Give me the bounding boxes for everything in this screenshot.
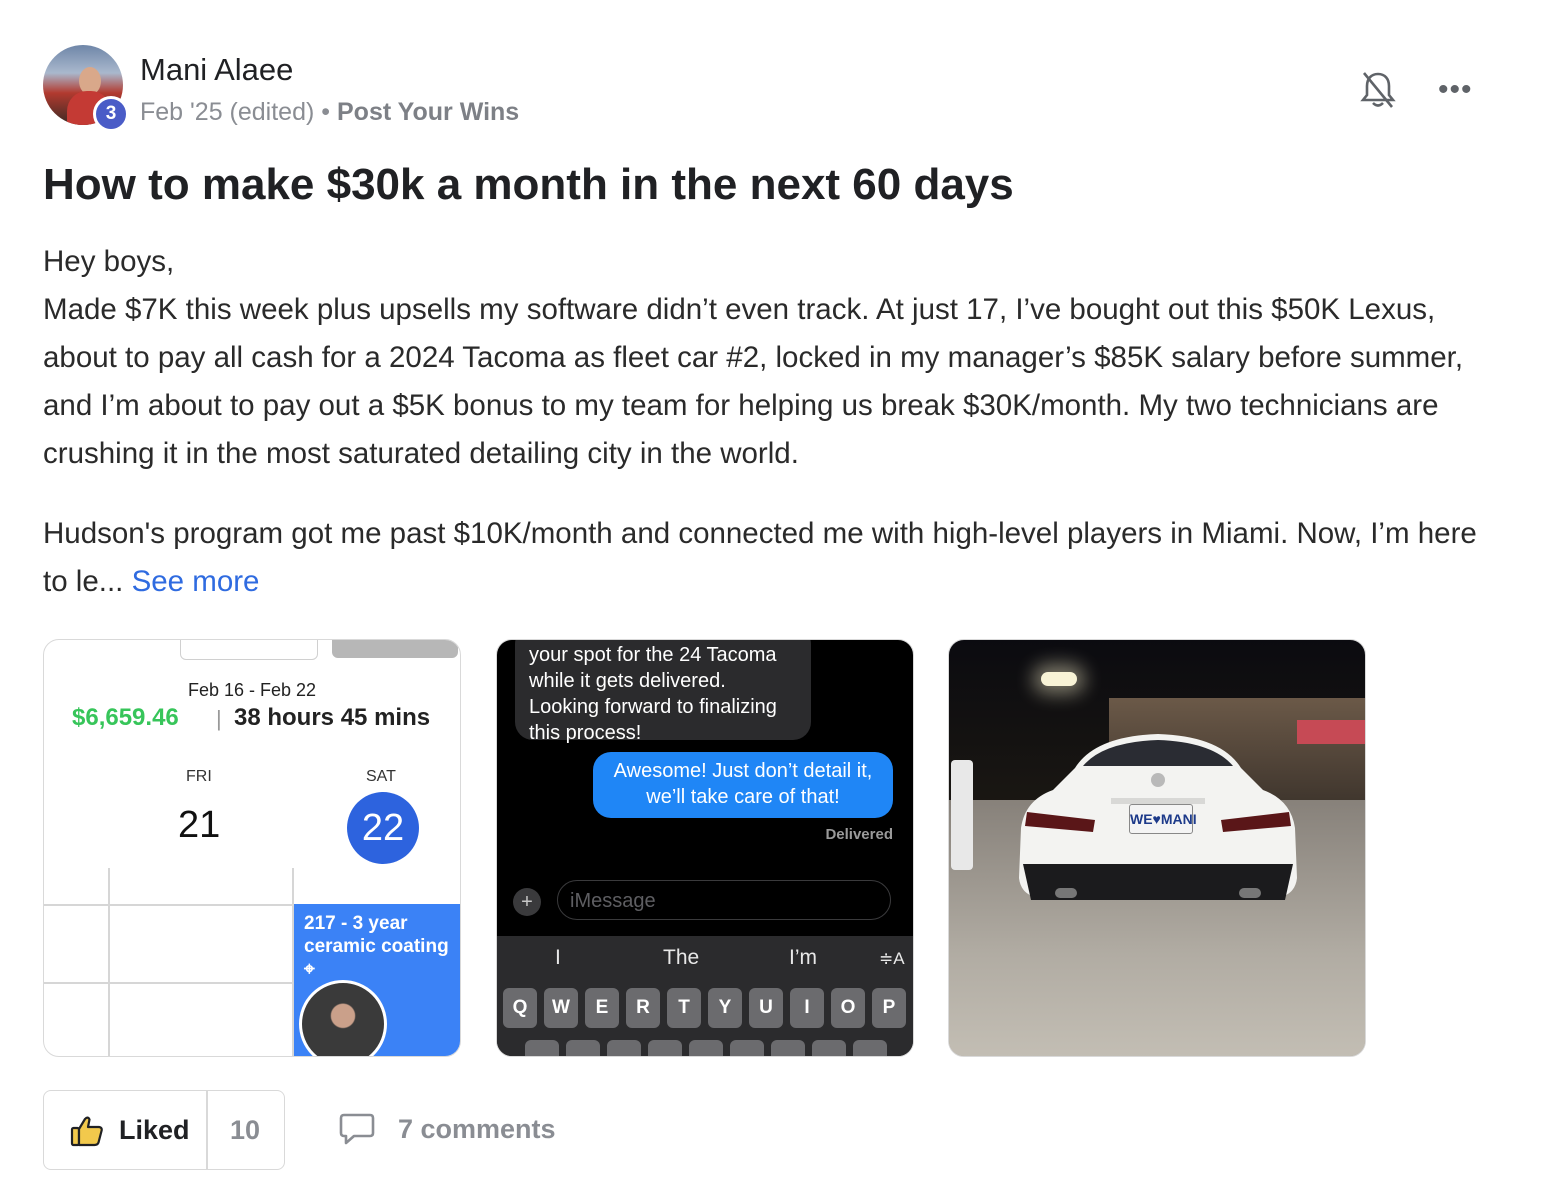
meta-separator: • xyxy=(321,98,331,126)
keyboard-key: P xyxy=(872,988,906,1028)
keyboard-key: Y xyxy=(708,988,742,1028)
level-badge: 3 xyxy=(93,96,129,132)
keyboard-key: Q xyxy=(503,988,537,1028)
keyboard-key xyxy=(812,1040,846,1056)
bell-off-icon[interactable] xyxy=(1360,70,1396,110)
keyboard-key: E xyxy=(585,988,619,1028)
keyboard-key: U xyxy=(749,988,783,1028)
street-light xyxy=(1041,672,1077,686)
post-meta: Feb '25 (edited) • Post Your Wins xyxy=(140,98,519,127)
attachment-calendar-thumbnail[interactable]: Feb 16 - Feb 22 $6,659.46 | 38 hours 45 … xyxy=(43,639,461,1057)
author-name[interactable]: Mani Alaee xyxy=(140,52,293,88)
quotes-pill xyxy=(332,640,458,658)
keyboard: I The I’m ≑A Q W E R T Y U I O P xyxy=(497,936,913,1056)
see-more-link[interactable]: See more xyxy=(132,565,260,598)
keyboard-key xyxy=(730,1040,764,1056)
keyboard-key: I xyxy=(790,988,824,1028)
keyboard-key: T xyxy=(667,988,701,1028)
delivered-status: Delivered xyxy=(825,826,893,843)
keyboard-key xyxy=(607,1040,641,1056)
location-pin-icon: ⌖ xyxy=(304,959,315,980)
keyboard-suggestion: ≑A xyxy=(879,949,905,968)
filter-pill xyxy=(180,640,318,660)
calendar-separator: | xyxy=(216,706,222,731)
attachment-car-photo-thumbnail[interactable]: WE♥MANI xyxy=(948,639,1366,1057)
post-date: Feb '25 (edited) xyxy=(140,98,315,126)
imessage-input: iMessage xyxy=(557,880,891,920)
liked-label: Liked xyxy=(119,1115,190,1145)
body-paragraph-2: Hudson's program got me past $10K/month … xyxy=(43,510,1493,606)
calendar-date-range: Feb 16 - Feb 22 xyxy=(187,680,317,700)
keyboard-key: O xyxy=(831,988,865,1028)
attachment-imessage-thumbnail[interactable]: your spot for the 24 Tacoma while it get… xyxy=(496,639,914,1057)
keyboard-suggestion: I xyxy=(555,946,561,969)
keyboard-suggestion: I’m xyxy=(789,946,817,969)
keyboard-key: R xyxy=(626,988,660,1028)
station-sign xyxy=(1297,720,1365,744)
outgoing-message-bubble: Awesome! Just don’t detail it, we’ll tak… xyxy=(593,752,893,818)
calendar-earnings: $6,659.46 xyxy=(72,704,179,731)
comment-bubble-icon xyxy=(339,1113,375,1145)
bollard xyxy=(951,760,973,870)
plus-icon: + xyxy=(513,888,541,916)
like-count[interactable]: 10 xyxy=(230,1115,260,1146)
calendar-day1-number: 21 xyxy=(178,804,221,846)
thumbs-up-icon xyxy=(70,1116,103,1147)
more-options-icon[interactable]: ••• xyxy=(1438,75,1473,105)
keyboard-suggestion: The xyxy=(663,946,700,969)
like-button[interactable]: Liked 10 xyxy=(43,1090,285,1170)
keyboard-key: W xyxy=(544,988,578,1028)
calendar-day2-name: SAT xyxy=(366,768,396,785)
license-plate: WE♥MANI xyxy=(1129,804,1197,834)
body-greeting: Hey boys, xyxy=(43,245,175,278)
keyboard-key xyxy=(853,1040,887,1056)
post-body: Hey boys, Made $7K this week plus upsell… xyxy=(43,238,1493,606)
calendar-grid-line xyxy=(44,982,294,984)
keyboard-key xyxy=(525,1040,559,1056)
post-category[interactable]: Post Your Wins xyxy=(337,98,519,126)
calendar-hours: 38 hours 45 mins xyxy=(234,704,431,731)
calendar-grid-line xyxy=(108,868,110,1056)
keyboard-key xyxy=(771,1040,805,1056)
post-title[interactable]: How to make $30k a month in the next 60 … xyxy=(43,160,1014,210)
keyboard-key xyxy=(648,1040,682,1056)
like-button-divider xyxy=(206,1091,208,1169)
body-paragraph-1: Made $7K this week plus upsells my softw… xyxy=(43,293,1464,470)
comments-count-label: 7 comments xyxy=(398,1114,556,1144)
incoming-message-bubble: your spot for the 24 Tacoma while it get… xyxy=(515,640,811,744)
calendar-event-title: 217 - 3 year ceramic coating xyxy=(304,913,449,957)
calendar-day2-number: 22 xyxy=(347,792,419,864)
keyboard-key xyxy=(689,1040,723,1056)
calendar-day1-name: FRI xyxy=(186,768,212,785)
keyboard-key xyxy=(566,1040,600,1056)
